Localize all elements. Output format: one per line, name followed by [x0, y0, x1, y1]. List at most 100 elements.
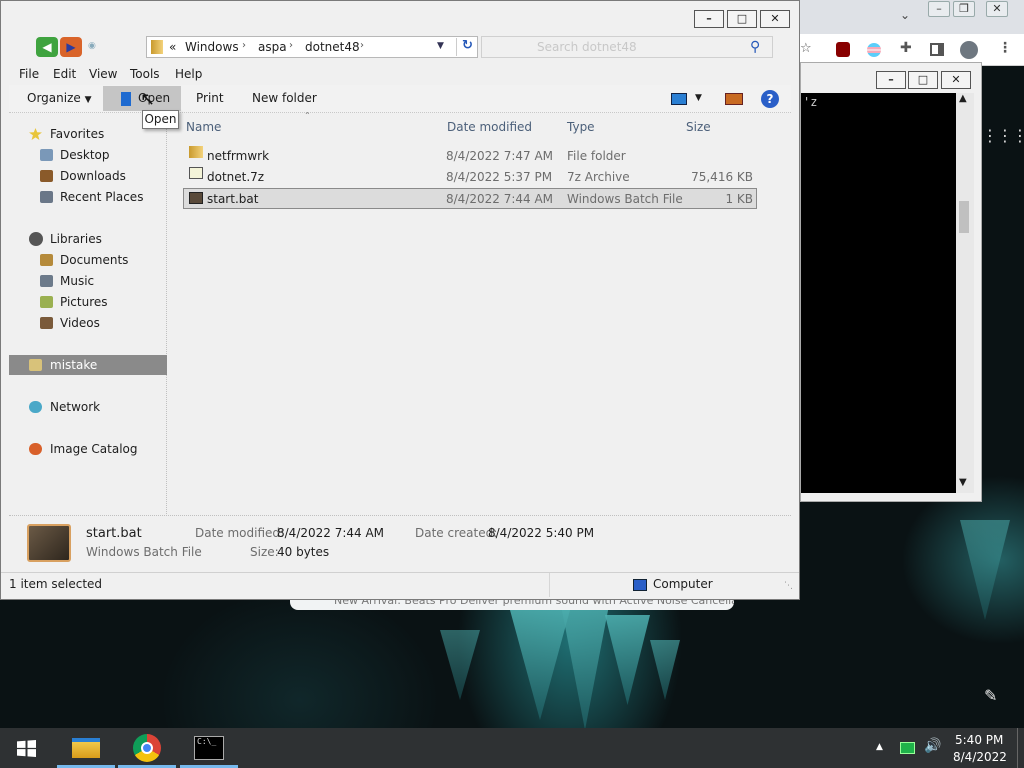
preview-pane-icon[interactable]: [725, 93, 743, 105]
console-minimize-button[interactable]: –: [876, 71, 906, 89]
status-divider: [549, 573, 550, 597]
menu-edit[interactable]: Edit: [53, 67, 76, 81]
new-folder-button[interactable]: New folder: [252, 91, 317, 105]
tab-dropdown-icon[interactable]: ⌄: [900, 8, 910, 22]
browser-minimize-button[interactable]: –: [928, 1, 950, 17]
network-tray-icon[interactable]: [900, 742, 915, 754]
breadcrumb-aspa[interactable]: aspa: [258, 40, 287, 54]
nav-music[interactable]: Music: [9, 271, 167, 291]
nav-label: Videos: [60, 316, 100, 330]
view-dropdown-icon[interactable]: ▼: [695, 93, 702, 103]
breadcrumb-separator-icon[interactable]: ›: [360, 40, 364, 51]
dropdown-icon: ▼: [84, 95, 92, 105]
folder-icon: [189, 146, 203, 158]
volume-icon[interactable]: 🔊: [924, 738, 941, 754]
nav-label: Favorites: [50, 127, 105, 141]
scroll-thumb[interactable]: [959, 201, 969, 233]
start-button[interactable]: [0, 728, 54, 768]
taskbar: C:\_ ▲ 🔊 5:40 PM 8/4/2022: [0, 728, 1024, 768]
nav-videos[interactable]: Videos: [9, 313, 167, 333]
apps-grid-icon[interactable]: ⋮⋮⋮: [982, 126, 1024, 145]
show-hidden-icons-icon[interactable]: ▲: [876, 742, 883, 752]
bookmark-star-icon[interactable]: ☆: [800, 41, 812, 56]
file-date: 8/4/2022 7:47 AM: [446, 149, 554, 163]
resize-grip-icon[interactable]: ⋱: [784, 581, 793, 591]
file-type: File folder: [567, 149, 626, 163]
address-dropdown-icon[interactable]: ▼: [437, 41, 444, 51]
column-header-type[interactable]: Type: [567, 120, 595, 134]
extension-flag-icon[interactable]: [867, 43, 881, 57]
taskbar-chrome[interactable]: [118, 728, 176, 768]
sort-indicator-icon: ⌃: [304, 111, 311, 120]
console-output[interactable]: 'z: [801, 93, 956, 493]
console-text: 'z: [803, 95, 818, 109]
search-input[interactable]: Search dotnet48 ⚲: [481, 36, 773, 58]
recent-pages-icon[interactable]: ◉: [88, 41, 96, 51]
details-modified-label: Date modified:: [195, 526, 285, 540]
scroll-down-icon[interactable]: ▼: [959, 477, 967, 488]
pencil-icon[interactable]: ✎: [984, 686, 997, 705]
minimize-button[interactable]: –: [694, 10, 724, 28]
menu-file[interactable]: File: [19, 67, 39, 81]
nav-label: mistake: [50, 358, 98, 372]
menu-view[interactable]: View: [89, 67, 117, 81]
column-header-size[interactable]: Size: [686, 120, 711, 134]
console-scrollbar[interactable]: ▲ ▼: [956, 93, 974, 493]
taskbar-file-explorer[interactable]: [57, 728, 115, 768]
clock-time[interactable]: 5:40 PM: [955, 733, 1003, 747]
refresh-icon[interactable]: ↻: [456, 38, 478, 56]
browser-restore-button[interactable]: ❐: [953, 1, 975, 17]
selection-status: 1 item selected: [9, 577, 103, 591]
console-maximize-button[interactable]: □: [908, 71, 938, 89]
table-row[interactable]: start.bat 8/4/2022 7:44 AM Windows Batch…: [183, 188, 757, 209]
file-type: 7z Archive: [567, 170, 630, 184]
scroll-up-icon[interactable]: ▲: [959, 93, 967, 104]
browser-menu-icon[interactable]: ⋮: [998, 40, 1012, 56]
breadcrumb-prefix[interactable]: «: [169, 40, 176, 54]
breadcrumb-separator-icon[interactable]: ›: [289, 40, 293, 51]
network-icon: [29, 401, 42, 413]
print-button[interactable]: Print: [196, 91, 224, 105]
breadcrumb-separator-icon[interactable]: ›: [242, 40, 246, 51]
nav-recent-places[interactable]: Recent Places: [9, 187, 167, 207]
organize-button[interactable]: Organize ▼: [27, 91, 92, 105]
sidebar-icon[interactable]: [930, 43, 944, 56]
column-header-name[interactable]: Name: [186, 120, 221, 134]
profile-avatar[interactable]: [960, 41, 978, 59]
menu-tools[interactable]: Tools: [130, 67, 160, 81]
extensions-puzzle-icon[interactable]: ✚: [900, 40, 912, 56]
status-bar: 1 item selected Computer ⋱: [1, 572, 799, 598]
taskbar-command-prompt[interactable]: C:\_: [180, 728, 238, 768]
console-close-button[interactable]: ✕: [941, 71, 971, 89]
nav-libraries[interactable]: Libraries: [9, 229, 167, 249]
table-row[interactable]: netfrmwrk 8/4/2022 7:47 AM File folder: [183, 146, 757, 167]
nav-desktop[interactable]: Desktop: [9, 145, 167, 165]
table-row[interactable]: dotnet.7z 8/4/2022 5:37 PM 7z Archive 75…: [183, 167, 757, 188]
nav-user-folder[interactable]: mistake: [9, 355, 167, 375]
star-icon: [29, 128, 42, 140]
forward-button[interactable]: ▶: [60, 37, 82, 57]
nav-image-catalog[interactable]: Image Catalog: [9, 439, 167, 459]
menu-help[interactable]: Help: [175, 67, 202, 81]
nav-label: Image Catalog: [50, 442, 138, 456]
nav-network[interactable]: Network: [9, 397, 167, 417]
back-button[interactable]: ◀: [36, 37, 58, 57]
column-header-date[interactable]: Date modified: [447, 120, 532, 134]
browser-close-button[interactable]: ✕: [986, 1, 1008, 17]
breadcrumb-windows[interactable]: Windows: [185, 40, 239, 54]
nav-documents[interactable]: Documents: [9, 250, 167, 270]
help-icon[interactable]: ?: [761, 90, 779, 108]
show-desktop-button[interactable]: [1017, 728, 1024, 768]
close-button[interactable]: ✕: [760, 10, 790, 28]
clock-date[interactable]: 8/4/2022: [953, 750, 1007, 764]
nav-downloads[interactable]: Downloads: [9, 166, 167, 186]
address-bar[interactable]: « Windows › aspa › dotnet48 › ▼ ↻: [146, 36, 478, 58]
search-icon[interactable]: ⚲: [750, 37, 760, 57]
desktop-icon: [40, 149, 53, 161]
ublock-icon[interactable]: [836, 42, 850, 57]
breadcrumb-dotnet48[interactable]: dotnet48: [305, 40, 360, 54]
maximize-button[interactable]: □: [727, 10, 757, 28]
nav-pictures[interactable]: Pictures: [9, 292, 167, 312]
change-view-icon[interactable]: [671, 93, 687, 105]
file-date: 8/4/2022 5:37 PM: [446, 170, 553, 184]
